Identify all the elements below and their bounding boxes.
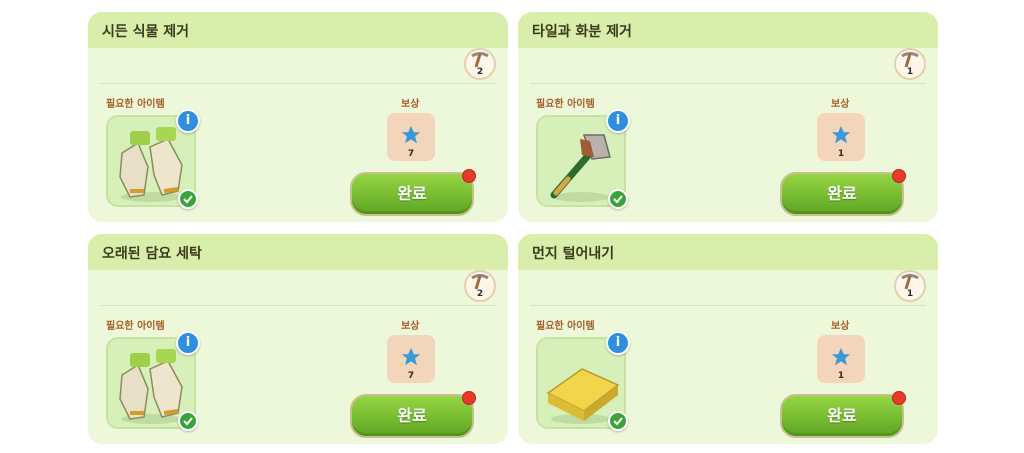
pickaxe-tool-badge[interactable]: 2 <box>464 270 496 302</box>
divider <box>530 83 926 84</box>
notification-dot <box>892 169 906 183</box>
required-items-label: 필요한 아이템 <box>536 321 595 332</box>
reward-count: 1 <box>837 149 845 159</box>
complete-button[interactable]: 완료 <box>350 172 474 216</box>
complete-button[interactable]: 완료 <box>780 172 904 216</box>
task-card: 시든 식물 제거 2 필요한 아이템 보상 i 7 완료 <box>88 12 508 222</box>
pickaxe-tool-badge[interactable]: 1 <box>894 48 926 80</box>
info-button[interactable]: i <box>176 109 200 133</box>
reward-tile: 7 <box>387 335 435 383</box>
required-items-label: 필요한 아이템 <box>536 99 595 110</box>
reward-label: 보상 <box>831 99 850 110</box>
reward-count: 1 <box>837 371 845 381</box>
reward-count: 7 <box>407 371 415 381</box>
divider <box>100 305 496 306</box>
star-icon <box>401 347 421 366</box>
reward-label: 보상 <box>401 321 420 332</box>
task-card: 오래된 담요 세탁 2 필요한 아이템 보상 i 7 완료 <box>88 234 508 444</box>
task-title: 먼지 털어내기 <box>532 246 615 262</box>
task-title: 오래된 담요 세탁 <box>102 246 202 262</box>
notification-dot <box>462 169 476 183</box>
checkmark-icon <box>608 411 628 431</box>
task-card: 타일과 화분 제거 1 필요한 아이템 보상 i 1 완료 <box>518 12 938 222</box>
reward-label: 보상 <box>401 99 420 110</box>
star-icon <box>831 347 851 366</box>
tool-count: 2 <box>476 67 484 77</box>
task-card: 먼지 털어내기 1 필요한 아이템 보상 i 1 완료 <box>518 234 938 444</box>
notification-dot <box>892 391 906 405</box>
required-items-label: 필요한 아이템 <box>106 99 165 110</box>
complete-button[interactable]: 완료 <box>350 394 474 438</box>
reward-tile: 7 <box>387 113 435 161</box>
reward-tile: 1 <box>817 335 865 383</box>
notification-dot <box>462 391 476 405</box>
star-icon <box>401 125 421 144</box>
required-items-label: 필요한 아이템 <box>106 321 165 332</box>
info-button[interactable]: i <box>606 109 630 133</box>
checkmark-icon <box>178 189 198 209</box>
divider <box>100 83 496 84</box>
info-button[interactable]: i <box>606 331 630 355</box>
task-title: 타일과 화분 제거 <box>532 24 632 40</box>
pickaxe-tool-badge[interactable]: 2 <box>464 48 496 80</box>
checkmark-icon <box>608 189 628 209</box>
tool-count: 2 <box>476 289 484 299</box>
star-icon <box>831 125 851 144</box>
task-title: 시든 식물 제거 <box>102 24 190 40</box>
divider <box>530 305 926 306</box>
tool-count: 1 <box>906 289 914 299</box>
reward-tile: 1 <box>817 113 865 161</box>
complete-button[interactable]: 완료 <box>780 394 904 438</box>
reward-label: 보상 <box>831 321 850 332</box>
info-button[interactable]: i <box>176 331 200 355</box>
checkmark-icon <box>178 411 198 431</box>
reward-count: 7 <box>407 149 415 159</box>
tool-count: 1 <box>906 67 914 77</box>
pickaxe-tool-badge[interactable]: 1 <box>894 270 926 302</box>
